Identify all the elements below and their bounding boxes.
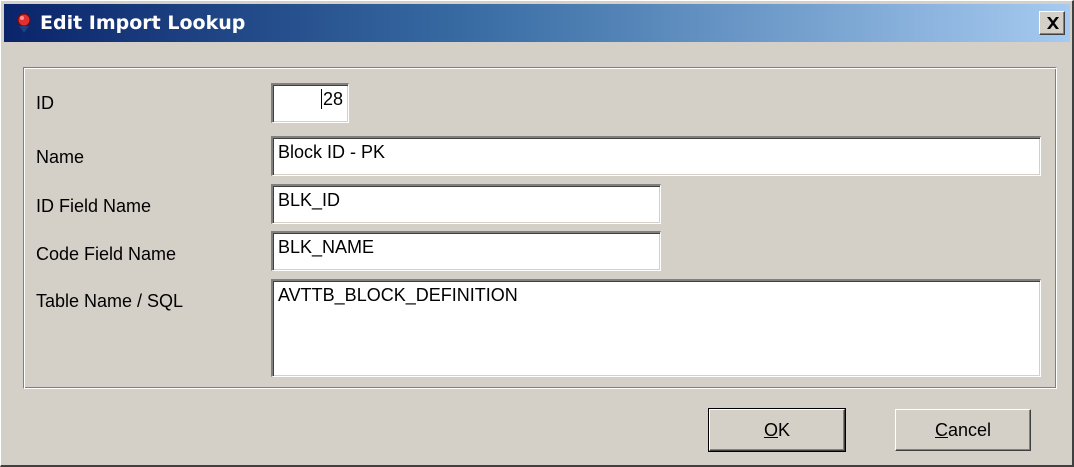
name-field[interactable]: Block ID - PK bbox=[271, 136, 1041, 176]
close-button[interactable] bbox=[1039, 11, 1065, 35]
table-name-textarea[interactable]: AVTTB_BLOCK_DEFINITION bbox=[271, 279, 1041, 377]
window-title: Edit Import Lookup bbox=[40, 12, 246, 34]
ok-accel: O bbox=[763, 420, 778, 440]
table-name-label: Table Name / SQL bbox=[36, 291, 184, 311]
ok-button[interactable]: OK bbox=[708, 408, 846, 452]
title-bar[interactable]: Edit Import Lookup bbox=[4, 4, 1070, 42]
id-field-name-input[interactable]: BLK_ID bbox=[271, 184, 661, 224]
id-label: ID bbox=[36, 93, 54, 113]
code-field-name-input[interactable]: BLK_NAME bbox=[271, 231, 661, 271]
name-label: Name bbox=[36, 147, 85, 167]
code-field-name-label: Code Field Name bbox=[36, 244, 177, 264]
dialog-window: Edit Import Lookup ID 28 Name Block ID -… bbox=[0, 0, 1074, 467]
id-value: 28 bbox=[322, 89, 343, 109]
id-field[interactable]: 28 bbox=[271, 83, 349, 123]
id-field-name-label: ID Field Name bbox=[36, 196, 152, 216]
cancel-label: ancel bbox=[947, 420, 992, 440]
cancel-button[interactable]: Cancel bbox=[895, 409, 1031, 451]
ok-label: K bbox=[778, 420, 791, 440]
text-caret bbox=[320, 89, 322, 109]
cancel-accel: C bbox=[934, 420, 948, 440]
app-icon bbox=[17, 13, 31, 33]
close-icon bbox=[1047, 17, 1059, 29]
